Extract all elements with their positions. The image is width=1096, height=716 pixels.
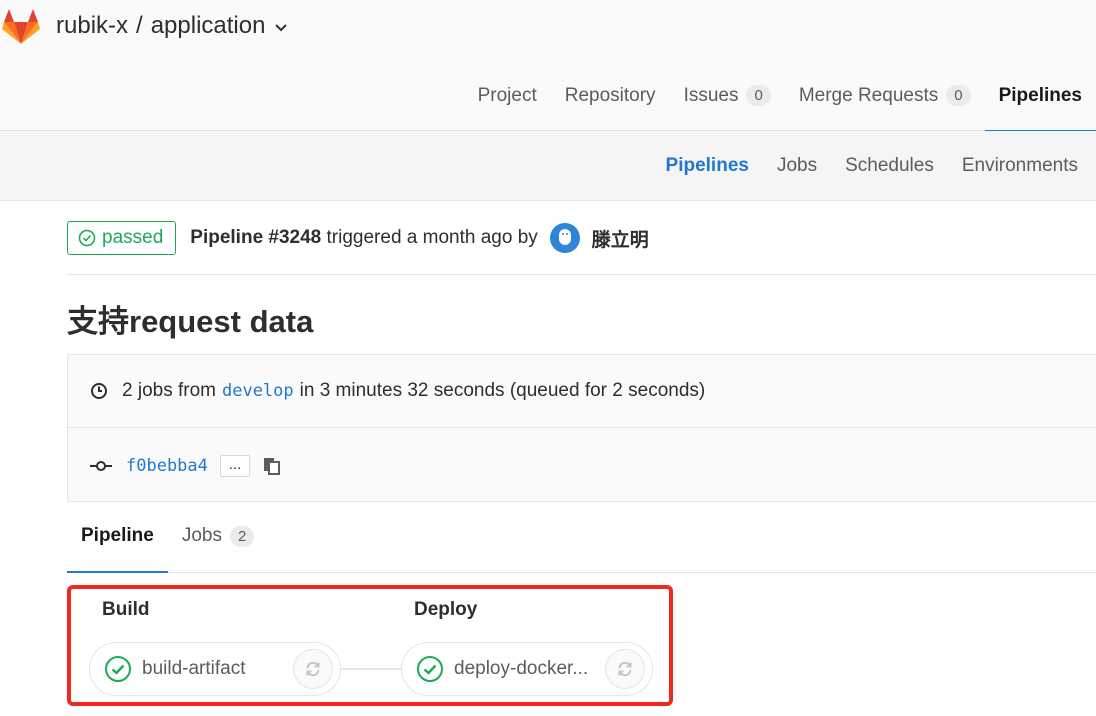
nav-repository[interactable]: Repository <box>551 60 670 131</box>
subnav-jobs[interactable]: Jobs <box>763 155 831 177</box>
pipeline-info-row: passed Pipeline #3248 triggered a month … <box>67 220 649 256</box>
author-name[interactable]: 滕立明 <box>592 225 649 252</box>
commit-icon <box>90 460 112 471</box>
merge-requests-count-badge: 0 <box>946 85 971 106</box>
chevron-down-icon[interactable] <box>275 24 288 32</box>
tab-jobs-label: Jobs <box>181 525 222 546</box>
tab-jobs[interactable]: Jobs 2 <box>168 500 268 572</box>
issues-count-badge: 0 <box>746 85 771 106</box>
nav-issues-label: Issues <box>683 84 739 106</box>
jobs-count-badge: 2 <box>230 525 255 547</box>
divider <box>67 274 1096 275</box>
nav-merge-requests-label: Merge Requests <box>798 84 939 106</box>
sub-header: Pipelines Jobs Schedules Environments <box>0 131 1096 201</box>
clock-icon <box>91 383 107 399</box>
success-check-icon <box>105 656 131 682</box>
pipeline-info-text: Pipeline #3248 triggered a month ago by <box>190 227 538 249</box>
avatar[interactable] <box>549 223 580 253</box>
nav-pipelines[interactable]: Pipelines <box>984 60 1096 132</box>
gitlab-logo-icon[interactable] <box>2 9 40 45</box>
status-badge[interactable]: passed <box>67 221 177 255</box>
nav-issues[interactable]: Issues 0 <box>670 60 785 131</box>
subnav-environments[interactable]: Environments <box>948 155 1092 177</box>
breadcrumb-separator: / <box>136 12 143 39</box>
success-check-icon <box>78 229 96 247</box>
nav-merge-requests[interactable]: Merge Requests 0 <box>785 60 985 131</box>
pipeline-id: Pipeline #3248 <box>190 227 322 248</box>
stage-connector <box>339 668 405 670</box>
retry-icon <box>306 661 320 677</box>
job-deploy-docker-label: deploy-docker... <box>454 658 589 679</box>
job-build-artifact-label: build-artifact <box>142 658 246 679</box>
pipeline-info-box: 2 jobs from develop in 3 minutes 32 seco… <box>67 354 1096 502</box>
project-breadcrumb[interactable]: rubik-x / application <box>56 12 288 40</box>
nav-pipelines-label: Pipelines <box>998 84 1082 106</box>
main-nav: Project Repository Issues 0 Merge Reques… <box>464 60 1096 132</box>
subnav-pipelines[interactable]: Pipelines <box>652 155 763 177</box>
nav-project-label: Project <box>477 84 537 106</box>
pipeline-graph: Build Deploy build-artifact deploy-docke… <box>67 585 673 706</box>
commit-sha-link[interactable]: f0bebba4 <box>126 456 208 476</box>
branch-link[interactable]: develop <box>222 381 294 401</box>
retry-build-artifact-button[interactable] <box>293 649 333 689</box>
summary-suffix: in 3 minutes 32 seconds (queued for 2 se… <box>299 380 706 401</box>
tab-pipeline[interactable]: Pipeline <box>67 500 168 573</box>
commit-row: f0bebba4 ... <box>68 429 1096 502</box>
nav-repository-label: Repository <box>564 84 656 106</box>
stage-build-title: Build <box>102 599 150 620</box>
retry-deploy-docker-button[interactable] <box>605 649 645 689</box>
subnav-schedules[interactable]: Schedules <box>831 155 948 177</box>
summary-prefix: 2 jobs from <box>122 380 216 401</box>
stage-deploy-title: Deploy <box>414 599 478 620</box>
nav-project[interactable]: Project <box>464 60 551 131</box>
pipeline-summary-row: 2 jobs from develop in 3 minutes 32 seco… <box>68 355 1096 428</box>
commit-title: 支持request data <box>67 304 314 339</box>
namespace-name[interactable]: rubik-x <box>56 12 128 40</box>
success-check-icon <box>417 656 443 682</box>
status-label: passed <box>102 227 164 248</box>
project-name[interactable]: application <box>151 12 266 40</box>
retry-icon <box>618 661 632 677</box>
expand-commit-message-button[interactable]: ... <box>219 454 251 477</box>
triggered-text: triggered a month ago by <box>326 227 538 248</box>
pipeline-tabs: Pipeline Jobs 2 <box>67 500 1096 573</box>
tab-pipeline-label: Pipeline <box>81 525 154 546</box>
top-header: rubik-x / application Project Repository… <box>0 0 1096 132</box>
sub-nav: Pipelines Jobs Schedules Environments <box>652 131 1092 201</box>
clipboard-icon[interactable] <box>262 456 282 476</box>
